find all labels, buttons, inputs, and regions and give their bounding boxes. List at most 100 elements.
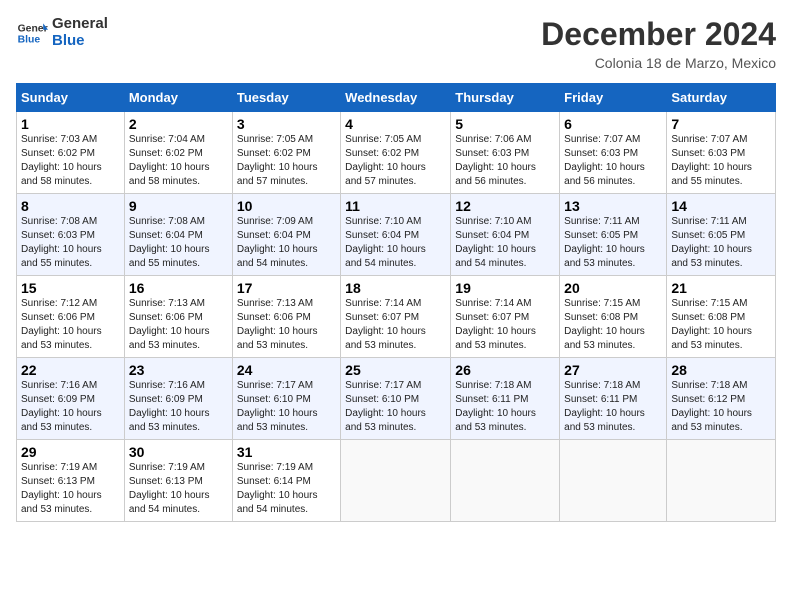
day-number: 11 [345,198,446,214]
calendar-cell: 6Sunrise: 7:07 AM Sunset: 6:03 PM Daylig… [560,112,667,194]
day-number: 10 [237,198,336,214]
day-info: Sunrise: 7:06 AM Sunset: 6:03 PM Dayligh… [455,133,555,189]
day-number: 20 [564,280,662,296]
logo: General Blue General Blue [16,16,108,49]
day-info: Sunrise: 7:12 AM Sunset: 6:06 PM Dayligh… [21,297,120,353]
day-number: 30 [129,444,228,460]
day-info: Sunrise: 7:16 AM Sunset: 6:09 PM Dayligh… [129,379,228,435]
day-info: Sunrise: 7:07 AM Sunset: 6:03 PM Dayligh… [671,133,771,189]
header-friday: Friday [560,84,667,112]
calendar-cell: 13Sunrise: 7:11 AM Sunset: 6:05 PM Dayli… [560,194,667,276]
day-number: 24 [237,362,336,378]
logo-line2: Blue [52,33,108,50]
calendar-cell [341,440,451,522]
header-saturday: Saturday [667,84,776,112]
day-info: Sunrise: 7:18 AM Sunset: 6:11 PM Dayligh… [564,379,662,435]
header: General Blue General Blue December 2024 … [16,16,776,71]
header-sunday: Sunday [17,84,125,112]
day-number: 31 [237,444,336,460]
calendar-table: SundayMondayTuesdayWednesdayThursdayFrid… [16,83,776,522]
logo-icon: General Blue [16,17,48,49]
calendar-cell: 20Sunrise: 7:15 AM Sunset: 6:08 PM Dayli… [560,276,667,358]
day-info: Sunrise: 7:05 AM Sunset: 6:02 PM Dayligh… [345,133,446,189]
day-number: 6 [564,116,662,132]
day-info: Sunrise: 7:18 AM Sunset: 6:12 PM Dayligh… [671,379,771,435]
subtitle: Colonia 18 de Marzo, Mexico [541,55,776,71]
day-info: Sunrise: 7:07 AM Sunset: 6:03 PM Dayligh… [564,133,662,189]
day-info: Sunrise: 7:11 AM Sunset: 6:05 PM Dayligh… [671,215,771,271]
calendar-cell: 2Sunrise: 7:04 AM Sunset: 6:02 PM Daylig… [124,112,232,194]
calendar-cell: 28Sunrise: 7:18 AM Sunset: 6:12 PM Dayli… [667,358,776,440]
calendar-cell: 3Sunrise: 7:05 AM Sunset: 6:02 PM Daylig… [232,112,340,194]
day-info: Sunrise: 7:10 AM Sunset: 6:04 PM Dayligh… [455,215,555,271]
week-row-1: 1Sunrise: 7:03 AM Sunset: 6:02 PM Daylig… [17,112,776,194]
calendar-cell: 19Sunrise: 7:14 AM Sunset: 6:07 PM Dayli… [451,276,560,358]
day-info: Sunrise: 7:13 AM Sunset: 6:06 PM Dayligh… [129,297,228,353]
day-number: 13 [564,198,662,214]
day-number: 4 [345,116,446,132]
calendar-cell: 14Sunrise: 7:11 AM Sunset: 6:05 PM Dayli… [667,194,776,276]
day-info: Sunrise: 7:13 AM Sunset: 6:06 PM Dayligh… [237,297,336,353]
calendar-cell: 5Sunrise: 7:06 AM Sunset: 6:03 PM Daylig… [451,112,560,194]
calendar-cell [560,440,667,522]
day-info: Sunrise: 7:03 AM Sunset: 6:02 PM Dayligh… [21,133,120,189]
calendar-cell: 4Sunrise: 7:05 AM Sunset: 6:02 PM Daylig… [341,112,451,194]
day-number: 25 [345,362,446,378]
day-number: 1 [21,116,120,132]
calendar-header-row: SundayMondayTuesdayWednesdayThursdayFrid… [17,84,776,112]
calendar-cell: 18Sunrise: 7:14 AM Sunset: 6:07 PM Dayli… [341,276,451,358]
day-info: Sunrise: 7:09 AM Sunset: 6:04 PM Dayligh… [237,215,336,271]
day-number: 5 [455,116,555,132]
calendar-cell: 26Sunrise: 7:18 AM Sunset: 6:11 PM Dayli… [451,358,560,440]
day-number: 7 [671,116,771,132]
header-thursday: Thursday [451,84,560,112]
day-number: 27 [564,362,662,378]
calendar-cell: 31Sunrise: 7:19 AM Sunset: 6:14 PM Dayli… [232,440,340,522]
day-info: Sunrise: 7:18 AM Sunset: 6:11 PM Dayligh… [455,379,555,435]
day-number: 3 [237,116,336,132]
calendar-cell: 7Sunrise: 7:07 AM Sunset: 6:03 PM Daylig… [667,112,776,194]
calendar-cell: 1Sunrise: 7:03 AM Sunset: 6:02 PM Daylig… [17,112,125,194]
calendar-cell: 23Sunrise: 7:16 AM Sunset: 6:09 PM Dayli… [124,358,232,440]
day-info: Sunrise: 7:11 AM Sunset: 6:05 PM Dayligh… [564,215,662,271]
week-row-4: 22Sunrise: 7:16 AM Sunset: 6:09 PM Dayli… [17,358,776,440]
calendar-body: 1Sunrise: 7:03 AM Sunset: 6:02 PM Daylig… [17,112,776,522]
day-info: Sunrise: 7:19 AM Sunset: 6:13 PM Dayligh… [129,461,228,517]
day-info: Sunrise: 7:15 AM Sunset: 6:08 PM Dayligh… [564,297,662,353]
week-row-2: 8Sunrise: 7:08 AM Sunset: 6:03 PM Daylig… [17,194,776,276]
calendar-cell: 30Sunrise: 7:19 AM Sunset: 6:13 PM Dayli… [124,440,232,522]
calendar-cell: 8Sunrise: 7:08 AM Sunset: 6:03 PM Daylig… [17,194,125,276]
day-info: Sunrise: 7:04 AM Sunset: 6:02 PM Dayligh… [129,133,228,189]
svg-text:Blue: Blue [18,34,41,45]
calendar-cell: 12Sunrise: 7:10 AM Sunset: 6:04 PM Dayli… [451,194,560,276]
header-monday: Monday [124,84,232,112]
calendar-cell: 17Sunrise: 7:13 AM Sunset: 6:06 PM Dayli… [232,276,340,358]
day-number: 17 [237,280,336,296]
day-info: Sunrise: 7:15 AM Sunset: 6:08 PM Dayligh… [671,297,771,353]
day-number: 12 [455,198,555,214]
title-area: December 2024 Colonia 18 de Marzo, Mexic… [541,16,776,71]
calendar-cell: 9Sunrise: 7:08 AM Sunset: 6:04 PM Daylig… [124,194,232,276]
day-number: 16 [129,280,228,296]
calendar-cell: 15Sunrise: 7:12 AM Sunset: 6:06 PM Dayli… [17,276,125,358]
day-info: Sunrise: 7:17 AM Sunset: 6:10 PM Dayligh… [345,379,446,435]
calendar-cell: 16Sunrise: 7:13 AM Sunset: 6:06 PM Dayli… [124,276,232,358]
day-info: Sunrise: 7:19 AM Sunset: 6:14 PM Dayligh… [237,461,336,517]
calendar-cell [667,440,776,522]
day-info: Sunrise: 7:14 AM Sunset: 6:07 PM Dayligh… [345,297,446,353]
week-row-3: 15Sunrise: 7:12 AM Sunset: 6:06 PM Dayli… [17,276,776,358]
day-info: Sunrise: 7:14 AM Sunset: 6:07 PM Dayligh… [455,297,555,353]
calendar-cell: 25Sunrise: 7:17 AM Sunset: 6:10 PM Dayli… [341,358,451,440]
day-number: 18 [345,280,446,296]
main-title: December 2024 [541,16,776,53]
calendar-cell: 24Sunrise: 7:17 AM Sunset: 6:10 PM Dayli… [232,358,340,440]
calendar-cell: 27Sunrise: 7:18 AM Sunset: 6:11 PM Dayli… [560,358,667,440]
calendar-cell: 10Sunrise: 7:09 AM Sunset: 6:04 PM Dayli… [232,194,340,276]
day-number: 19 [455,280,555,296]
day-info: Sunrise: 7:08 AM Sunset: 6:03 PM Dayligh… [21,215,120,271]
day-number: 14 [671,198,771,214]
day-info: Sunrise: 7:16 AM Sunset: 6:09 PM Dayligh… [21,379,120,435]
day-info: Sunrise: 7:19 AM Sunset: 6:13 PM Dayligh… [21,461,120,517]
day-number: 9 [129,198,228,214]
calendar-cell: 21Sunrise: 7:15 AM Sunset: 6:08 PM Dayli… [667,276,776,358]
